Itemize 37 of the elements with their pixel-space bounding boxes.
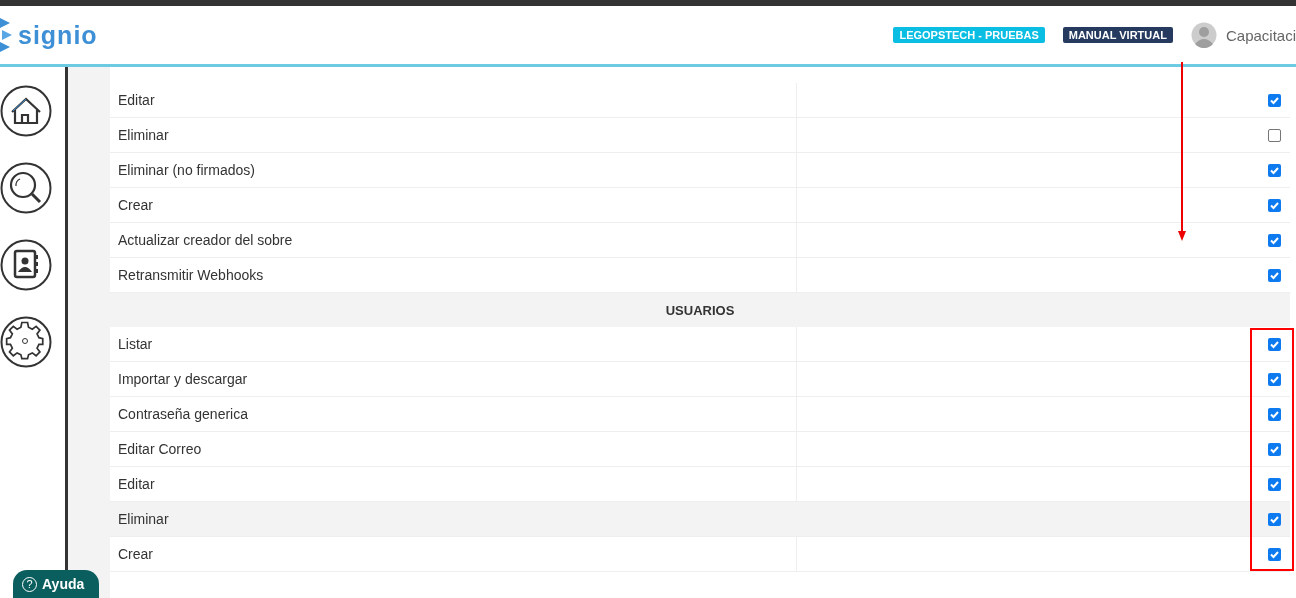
permission-name: Crear [110, 188, 797, 222]
permission-name: Eliminar [110, 118, 797, 152]
permission-name: Editar [110, 83, 797, 117]
checkbox[interactable] [1268, 407, 1281, 421]
permission-name: Retransmitir Webhooks [110, 258, 797, 292]
permission-name: Crear [110, 537, 797, 571]
home-icon[interactable] [0, 85, 52, 137]
section-heading: USUARIOS [110, 293, 1290, 327]
checkbox[interactable] [1268, 512, 1281, 526]
help-button[interactable]: ? Ayuda [13, 570, 100, 598]
checkbox[interactable] [1268, 337, 1281, 351]
permission-name: Eliminar [117, 510, 170, 529]
search-icon[interactable] [0, 162, 52, 214]
checkbox[interactable] [1268, 372, 1281, 386]
header-badge[interactable]: MANUAL VIRTUAL [1062, 27, 1173, 43]
logo-icon [0, 18, 12, 52]
checkbox[interactable] [1268, 128, 1281, 142]
checkbox[interactable] [1268, 93, 1281, 107]
contact-book-icon[interactable] [0, 239, 52, 291]
checkbox[interactable] [1268, 198, 1281, 212]
logo-text[interactable]: signio [18, 20, 98, 50]
permission-name: Eliminar (no firmados) [110, 153, 797, 187]
permission-name: Editar Correo [110, 432, 797, 466]
checkbox[interactable] [1268, 268, 1281, 282]
checkbox[interactable] [1268, 547, 1281, 561]
checkbox[interactable] [1268, 477, 1281, 491]
avatar-icon[interactable] [1190, 22, 1217, 48]
permission-name: Listar [110, 327, 797, 361]
checkbox[interactable] [1268, 163, 1281, 177]
checkbox[interactable] [1268, 442, 1281, 456]
permission-name: Actualizar creador del sobre [110, 223, 797, 257]
permission-name: Contraseña generica [110, 397, 797, 431]
permission-name: Importar y descargar [110, 362, 797, 396]
checkbox[interactable] [1268, 233, 1281, 247]
permission-name: Editar [110, 467, 797, 501]
user-name[interactable]: Capacitaci [1225, 26, 1296, 44]
settings-icon[interactable] [0, 316, 52, 368]
